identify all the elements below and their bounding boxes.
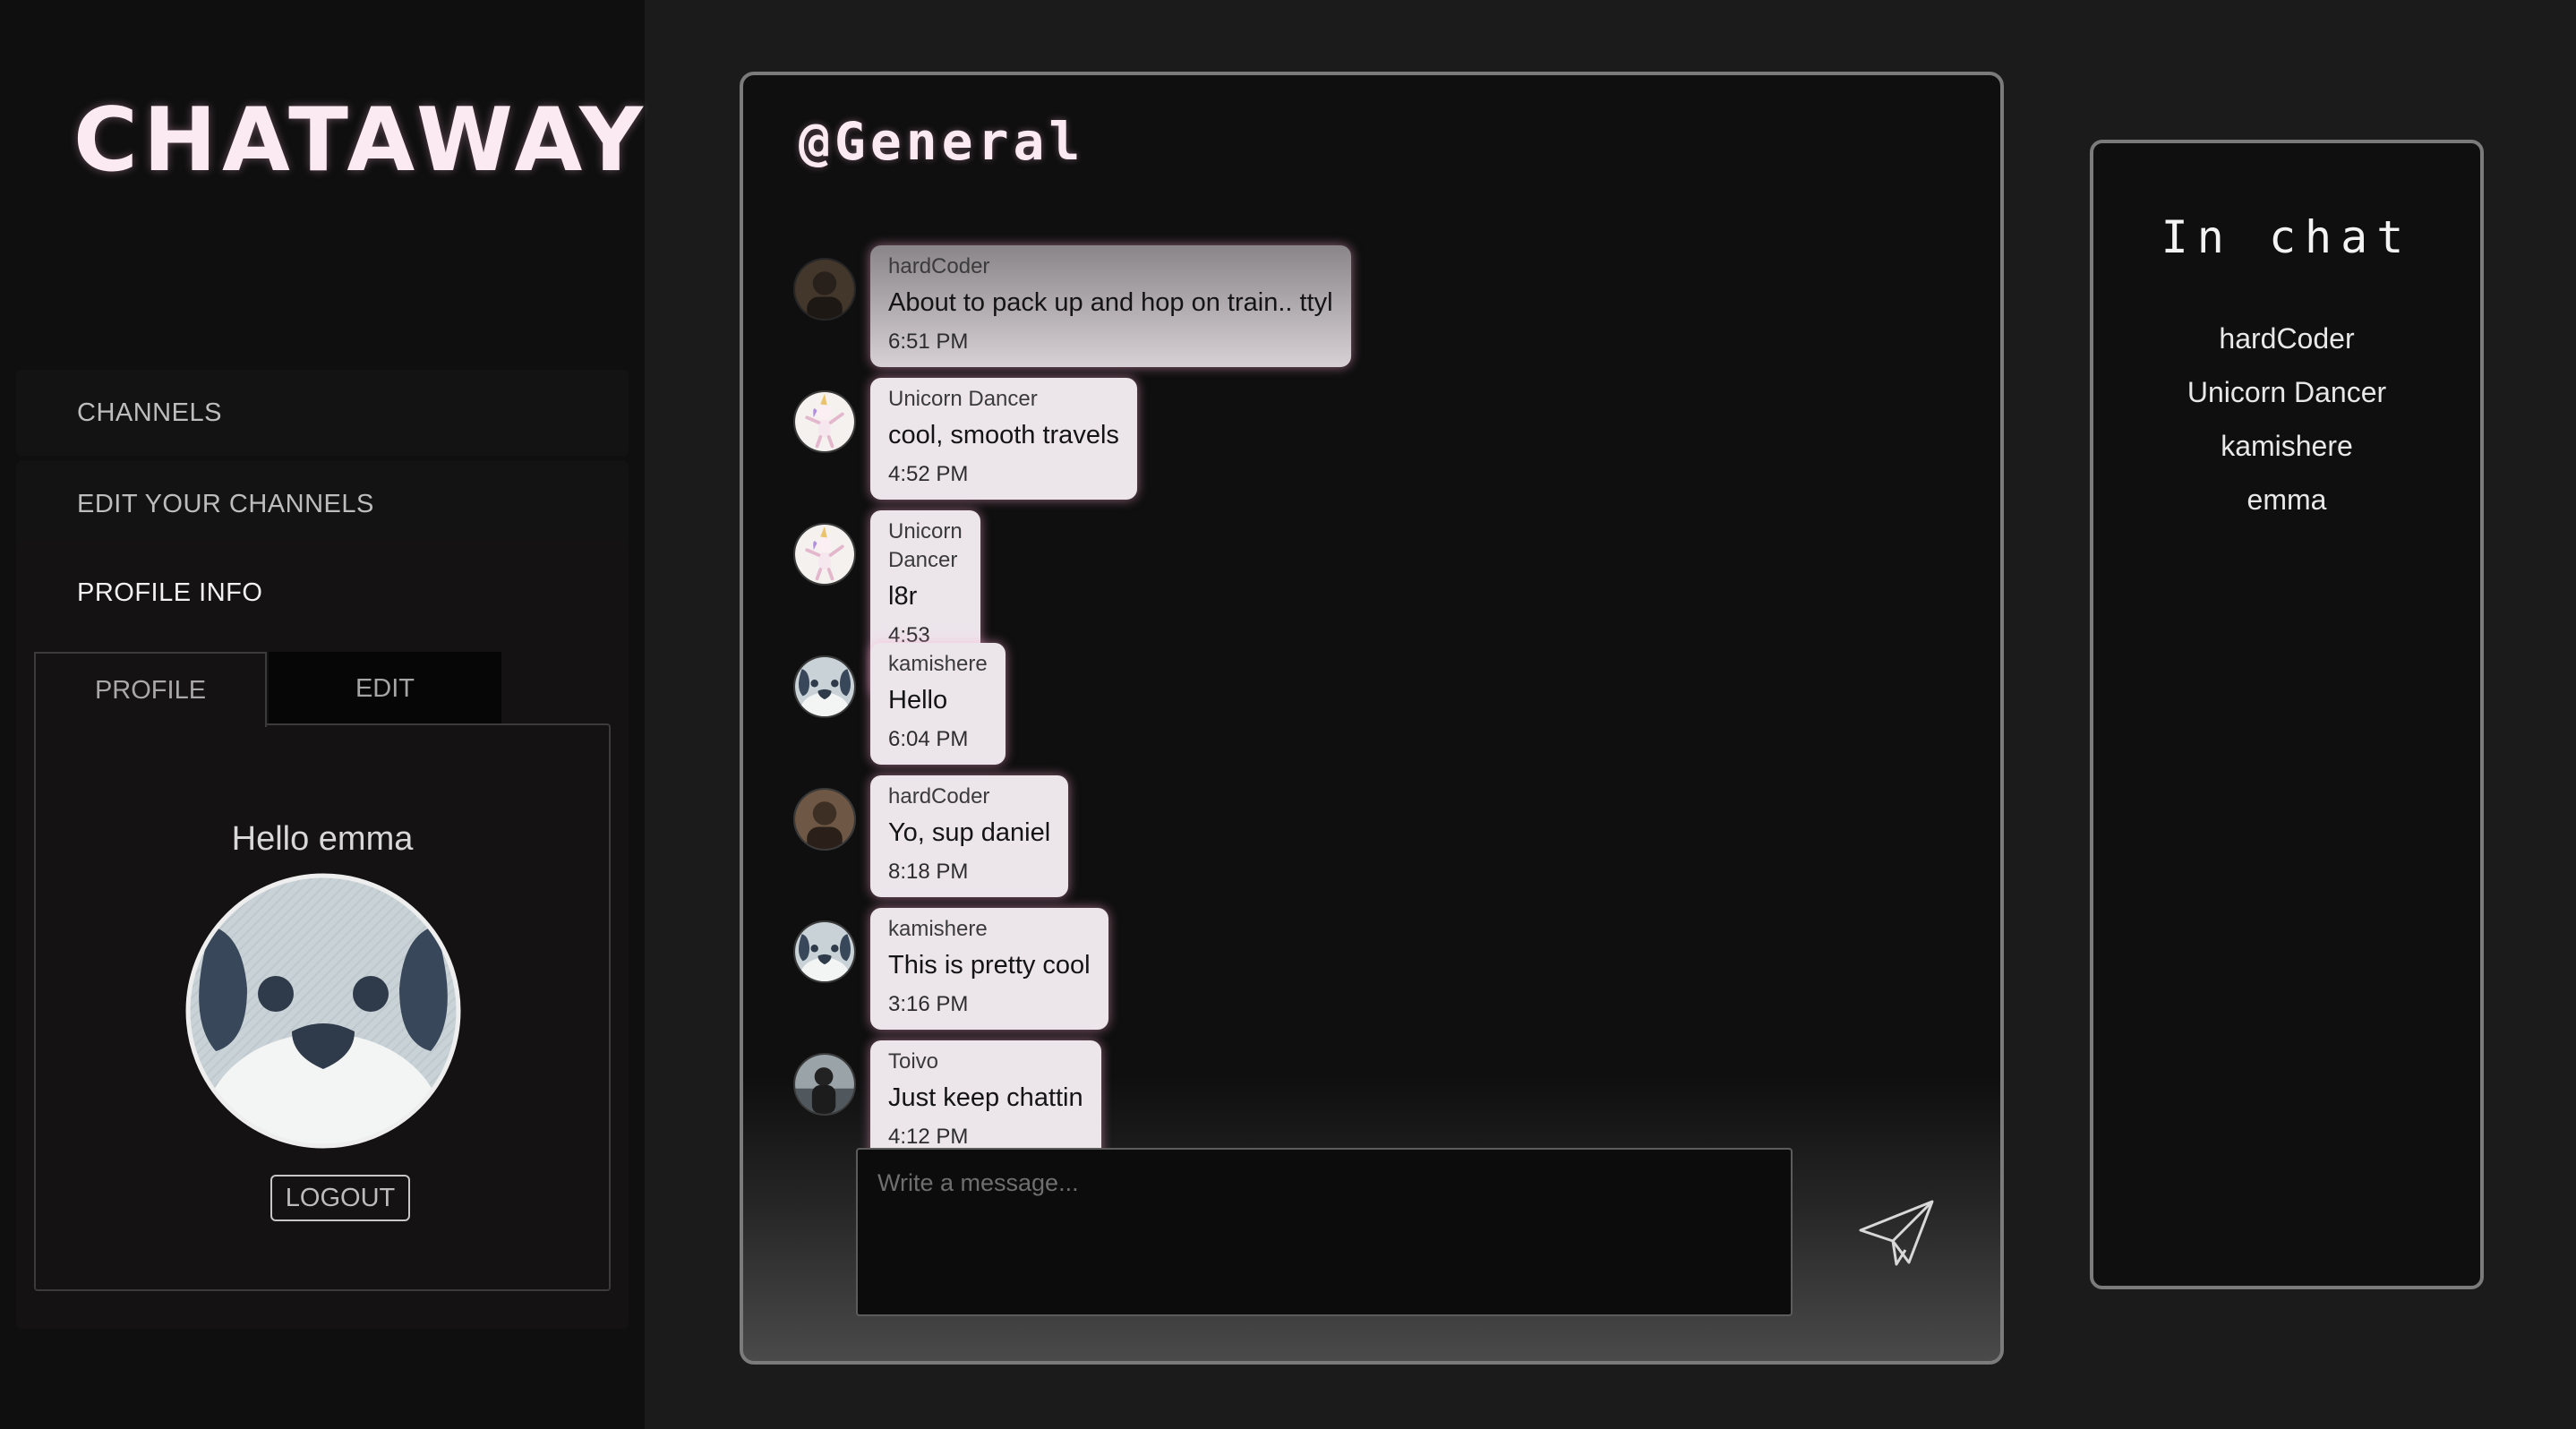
message-text: Just keep chattin bbox=[888, 1083, 1083, 1112]
message-item: hardCoder About to pack up and hop on tr… bbox=[793, 245, 1351, 367]
message-author: hardCoder bbox=[888, 254, 990, 278]
message-text: About to pack up and hop on train.. ttyl bbox=[888, 288, 1333, 317]
profile-card: Hello emma LOGOUT bbox=[34, 723, 611, 1291]
nav-profile-info[interactable]: PROFILE INFO bbox=[77, 578, 262, 608]
message-text: This is pretty cool bbox=[888, 951, 1091, 980]
paper-plane-icon[interactable] bbox=[1857, 1198, 1938, 1270]
message-bubble: hardCoder About to pack up and hop on tr… bbox=[870, 245, 1351, 367]
message-author: kamishere bbox=[888, 917, 988, 941]
message-input[interactable] bbox=[856, 1148, 1793, 1316]
message-time: 6:04 PM bbox=[888, 727, 969, 751]
message-bubble: Unicorn Dancer cool, smooth travels 4:52… bbox=[870, 378, 1137, 500]
nav-channels[interactable]: CHANNELS bbox=[16, 370, 629, 456]
tab-profile[interactable]: PROFILE bbox=[34, 652, 267, 727]
message-time: 8:18 PM bbox=[888, 860, 969, 884]
unicorn-avatar-icon bbox=[793, 390, 856, 453]
photo-avatar-icon bbox=[793, 1053, 856, 1116]
message-text: Hello bbox=[888, 686, 948, 714]
unicorn-avatar-icon bbox=[793, 523, 856, 586]
nav-edit-your-channels[interactable]: EDIT YOUR CHANNELS bbox=[16, 461, 629, 547]
message-item: kamishere Hello 6:04 PM bbox=[793, 643, 1006, 765]
photo-avatar-icon bbox=[793, 258, 856, 321]
user-list-item[interactable]: hardCoder bbox=[2093, 312, 2480, 365]
sidebar: CHATAWAY CHANNELS EDIT YOUR CHANNELS PRO… bbox=[0, 0, 645, 1429]
message-text: Yo, sup daniel bbox=[888, 818, 1051, 847]
user-list: hardCoder Unicorn Dancer kamishere emma bbox=[2093, 312, 2480, 526]
message-item: Toivo Just keep chattin 4:12 PM bbox=[793, 1040, 1101, 1162]
message-author: Toivo bbox=[888, 1049, 939, 1074]
channel-title: @General bbox=[799, 111, 1085, 172]
message-bubble: hardCoder Yo, sup daniel 8:18 PM bbox=[870, 775, 1069, 897]
message-text: cool, smooth travels bbox=[888, 421, 1119, 449]
chat-panel: @General hardCoder About to pack up and … bbox=[740, 72, 2004, 1365]
message-author: Unicorn Dancer bbox=[888, 387, 1038, 411]
message-time: 6:51 PM bbox=[888, 329, 969, 354]
message-author: kamishere bbox=[888, 652, 988, 676]
user-list-item[interactable]: kamishere bbox=[2093, 419, 2480, 473]
dog-avatar-icon bbox=[185, 873, 461, 1149]
message-item: hardCoder Yo, sup daniel 8:18 PM bbox=[793, 775, 1069, 897]
message-time: 4:52 PM bbox=[888, 462, 969, 486]
message-bubble: Toivo Just keep chattin 4:12 PM bbox=[870, 1040, 1101, 1162]
dog-avatar-icon bbox=[793, 655, 856, 718]
message-text: l8r bbox=[888, 582, 918, 611]
profile-info-panel: PROFILE INFO PROFILE EDIT Hello emma LOG… bbox=[16, 541, 629, 1329]
message-item: Unicorn Dancer cool, smooth travels 4:52… bbox=[793, 378, 1137, 500]
message-bubble: kamishere This is pretty cool 3:16 PM bbox=[870, 908, 1108, 1030]
user-list-item[interactable]: Unicorn Dancer bbox=[2093, 365, 2480, 419]
logout-button[interactable]: LOGOUT bbox=[270, 1175, 410, 1221]
message-bubble: kamishere Hello 6:04 PM bbox=[870, 643, 1006, 765]
user-list-item[interactable]: emma bbox=[2093, 473, 2480, 526]
app-logo: CHATAWAY bbox=[73, 90, 648, 192]
dog-avatar-icon bbox=[793, 920, 856, 983]
in-chat-panel: In chat hardCoder Unicorn Dancer kamishe… bbox=[2090, 140, 2484, 1289]
greeting: Hello emma bbox=[231, 820, 414, 858]
message-author: hardCoder bbox=[888, 784, 990, 809]
message-time: 3:16 PM bbox=[888, 992, 969, 1016]
in-chat-title: In chat bbox=[2161, 211, 2413, 263]
message-author: Unicorn Dancer bbox=[888, 519, 963, 572]
tab-edit[interactable]: EDIT bbox=[269, 652, 501, 725]
message-item: kamishere This is pretty cool 3:16 PM bbox=[793, 908, 1108, 1030]
photo-avatar-icon bbox=[793, 788, 856, 851]
